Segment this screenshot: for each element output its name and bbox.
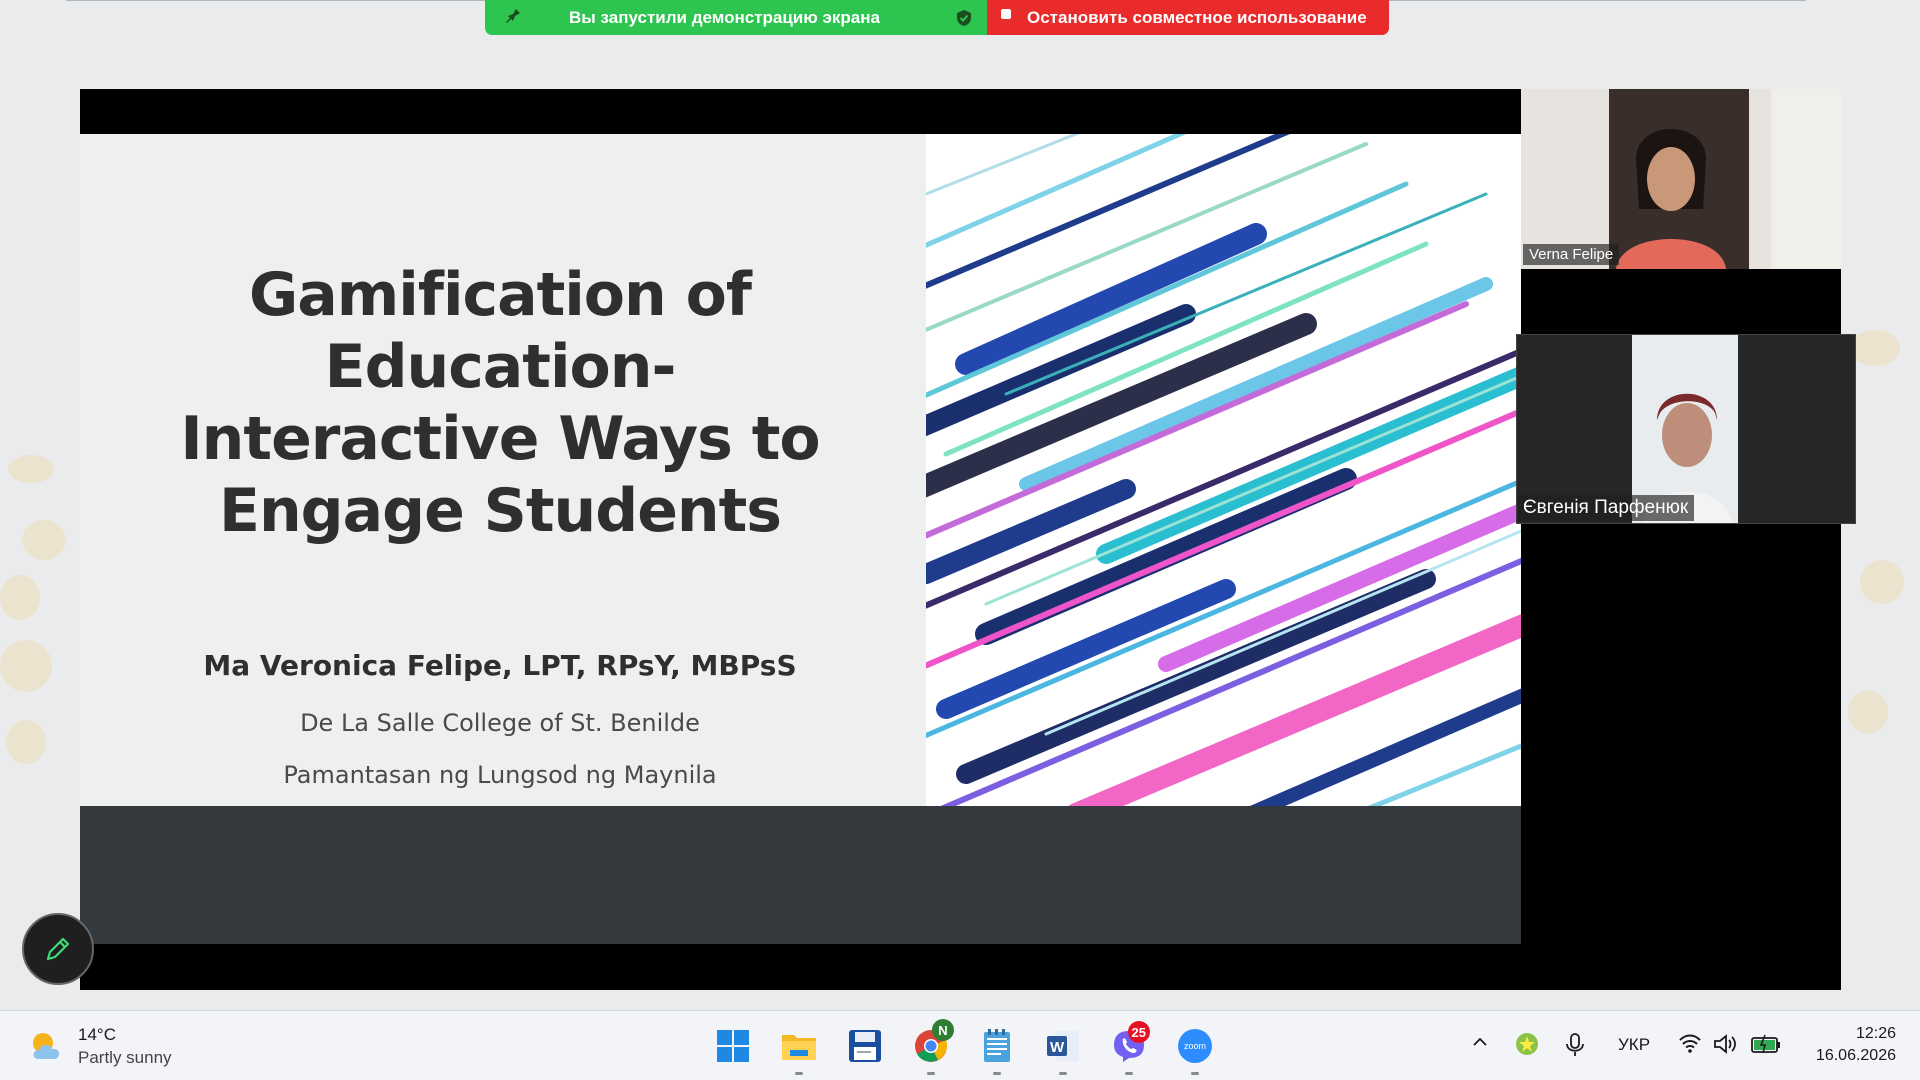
- wallpaper-dot: [22, 520, 66, 560]
- word-icon: W: [1047, 1031, 1079, 1061]
- slide-title-line: Education-: [324, 332, 677, 402]
- microphone-icon[interactable]: [1565, 1033, 1585, 1057]
- stop-share-label: Остановить совместное использование: [1027, 8, 1367, 27]
- profile-badge: N: [932, 1019, 954, 1041]
- annotate-button[interactable]: [22, 913, 94, 985]
- wifi-icon[interactable]: [1678, 1033, 1702, 1053]
- clock-date: 16.06.2026: [1815, 1047, 1896, 1064]
- weather-temp: 14°C: [78, 1025, 116, 1044]
- shield-app-icon[interactable]: [1515, 1032, 1539, 1056]
- taskbar-zoom[interactable]: zoom: [1162, 1011, 1228, 1080]
- taskbar-viber[interactable]: 25: [1096, 1011, 1162, 1080]
- stop-icon: [1001, 9, 1011, 19]
- wallpaper-dot: [6, 720, 46, 764]
- language-indicator[interactable]: УКР: [1618, 1035, 1650, 1055]
- running-indicator: [927, 1072, 935, 1075]
- meeting-window: Gamification of Education- Interactive W…: [80, 89, 1856, 990]
- wallpaper-dot: [1860, 560, 1904, 604]
- participant-tile-verna[interactable]: Verna Felipe: [1521, 89, 1841, 269]
- screen-share-banner: Вы запустили демонстрацию экрана Останов…: [485, 0, 1389, 35]
- clock-time: 12:26: [1855, 1025, 1896, 1042]
- slide-title-line: Gamification of: [249, 260, 752, 330]
- shield-check-icon: [957, 10, 971, 26]
- taskbar-apps: N W 25 zoom: [700, 1011, 1228, 1080]
- shared-slide: Gamification of Education- Interactive W…: [80, 134, 1521, 944]
- chevron-up-icon[interactable]: [1471, 1033, 1489, 1051]
- taskbar: 14°C Partly sunny N W 25 zoom УКР 12:26 …: [0, 1010, 1920, 1080]
- file-explorer-icon: [782, 1035, 816, 1060]
- system-clock[interactable]: 12:26 16.06.2026: [1816, 1023, 1896, 1067]
- participant-name: Verna Felipe: [1523, 244, 1620, 265]
- slide-title-line: Engage Students: [218, 476, 782, 546]
- windows-start-icon: [717, 1030, 749, 1062]
- weather-text: 14°C Partly sunny: [78, 1023, 172, 1069]
- notification-badge: 25: [1127, 1021, 1150, 1043]
- notepad-icon: [984, 1029, 1010, 1062]
- running-indicator: [1125, 1072, 1133, 1075]
- taskbar-file-explorer[interactable]: [766, 1011, 832, 1080]
- pin-icon: [506, 9, 520, 23]
- partly-sunny-icon: [33, 1033, 60, 1059]
- zoom-icon: zoom: [1178, 1029, 1212, 1063]
- taskbar-chrome[interactable]: N: [898, 1011, 964, 1080]
- pencil-icon: [46, 937, 70, 961]
- wallpaper-dot: [0, 575, 40, 620]
- start-button[interactable]: [700, 1011, 766, 1080]
- wallpaper-dot: [8, 455, 54, 483]
- share-status[interactable]: Вы запустили демонстрацию экрана: [485, 0, 987, 35]
- participant-tile-yevheniia[interactable]: Євгенія Парфенюк: [1516, 334, 1856, 524]
- slide-title: Gamification of Education- Interactive W…: [140, 259, 860, 547]
- weather-widget[interactable]: 14°C Partly sunny: [28, 1023, 172, 1069]
- running-indicator: [795, 1072, 803, 1075]
- slide-title-line: Interactive Ways to: [180, 404, 820, 474]
- participant-name: Євгенія Парфенюк: [1517, 495, 1695, 521]
- taskbar-save-app[interactable]: [832, 1011, 898, 1080]
- share-status-text: Вы запустили демонстрацию экрана: [569, 8, 880, 27]
- svg-text:W: W: [1050, 1039, 1065, 1056]
- wallpaper-dot: [0, 640, 52, 692]
- taskbar-notepad[interactable]: [964, 1011, 1030, 1080]
- running-indicator: [993, 1072, 1001, 1075]
- taskbar-word[interactable]: W: [1030, 1011, 1096, 1080]
- volume-icon[interactable]: [1713, 1033, 1737, 1055]
- slide-author: Ma Veronica Felipe, LPT, RPsY, MBPsS: [203, 649, 797, 682]
- slide-decorative-stripes: [926, 134, 1521, 806]
- wallpaper-dot: [1848, 690, 1888, 734]
- battery-charging-icon[interactable]: [1751, 1034, 1781, 1054]
- save-app-icon: [849, 1030, 881, 1062]
- running-indicator: [1059, 1072, 1067, 1075]
- running-indicator: [1191, 1072, 1199, 1075]
- weather-condition: Partly sunny: [78, 1048, 172, 1067]
- slide-affiliation-2: Pamantasan ng Lungsod ng Maynila: [283, 761, 717, 789]
- wallpaper-dot: [1850, 330, 1900, 366]
- participant-video: [1521, 89, 1841, 269]
- zoom-icon-label: zoom: [1184, 1041, 1206, 1051]
- diagonal-stripes-graphic: [926, 134, 1521, 806]
- slide-text-panel: Gamification of Education- Interactive W…: [80, 134, 926, 806]
- stop-share-button[interactable]: Остановить совместное использование: [987, 0, 1389, 35]
- slide-affiliation-1: De La Salle College of St. Benilde: [300, 709, 700, 737]
